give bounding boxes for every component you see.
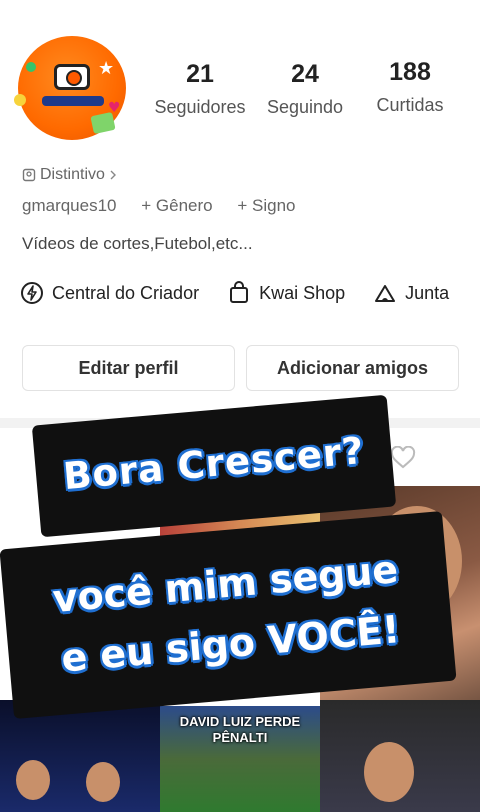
profile-info-row: gmarques10 + Gênero + Signo [22, 196, 315, 216]
edit-profile-button[interactable]: Editar perfil [22, 345, 235, 391]
overlay-line-1: Bora Crescer? [61, 428, 367, 499]
tent-icon [375, 285, 396, 302]
thumbnail-caption-line1: DAVID LUIZ PERDE [179, 714, 301, 729]
lightning-circle-icon [21, 282, 43, 304]
stat-followers-value: 21 [186, 60, 214, 88]
add-friends-button[interactable]: Adicionar amigos [246, 345, 459, 391]
kwai-shop-link[interactable]: Kwai Shop [227, 281, 345, 305]
chevron-right-icon [110, 170, 116, 180]
badge-link[interactable]: Distintivo [22, 166, 117, 184]
join-label: Junta [405, 282, 450, 303]
creator-center-link[interactable]: Central do Criador [20, 281, 199, 305]
stat-followers[interactable]: 21 Seguidores [150, 60, 250, 118]
stat-likes[interactable]: 188 Curtidas [362, 58, 458, 116]
thumbnail-face [364, 742, 414, 802]
video-thumbnail[interactable] [320, 700, 480, 812]
heart-outline-icon[interactable] [390, 446, 416, 470]
add-sign-button[interactable]: + Signo [237, 196, 295, 215]
thumbnail-face [86, 762, 120, 802]
profile-bio: Vídeos de cortes,Futebol,etc... [22, 234, 253, 253]
stat-likes-value: 188 [389, 58, 431, 86]
join-link[interactable]: Junta [373, 281, 449, 305]
tv-logo-icon [54, 64, 90, 90]
avatar[interactable]: ★ ♥ [14, 36, 132, 142]
shopping-bag-icon [230, 281, 249, 303]
creator-center-label: Central do Criador [52, 282, 200, 303]
star-icon: ★ [98, 58, 115, 79]
video-thumbnail[interactable]: DAVID LUIZ PERDE PÊNALTI [160, 706, 320, 812]
stat-following[interactable]: 24 Seguindo [260, 60, 350, 118]
stat-likes-label: Curtidas [376, 95, 444, 115]
avatar-decoration [26, 62, 36, 72]
avatar-decoration [90, 111, 116, 135]
avatar-tag [42, 96, 104, 106]
avatar-decoration [14, 94, 26, 106]
badge-icon [22, 168, 36, 182]
kwai-shop-label: Kwai Shop [259, 282, 346, 303]
stat-followers-label: Seguidores [154, 97, 246, 117]
badge-label: Distintivo [40, 166, 105, 183]
stat-following-label: Seguindo [266, 97, 344, 117]
username: gmarques10 [22, 196, 117, 215]
add-gender-button[interactable]: + Gênero [141, 196, 212, 215]
stat-following-value: 24 [291, 60, 319, 88]
thumbnail-face [16, 760, 50, 800]
thumbnail-caption-line2: PÊNALTI [212, 730, 268, 745]
profile-links: Central do Criador Kwai Shop Junta [20, 281, 477, 305]
thumbnail-caption: DAVID LUIZ PERDE PÊNALTI [160, 714, 320, 746]
